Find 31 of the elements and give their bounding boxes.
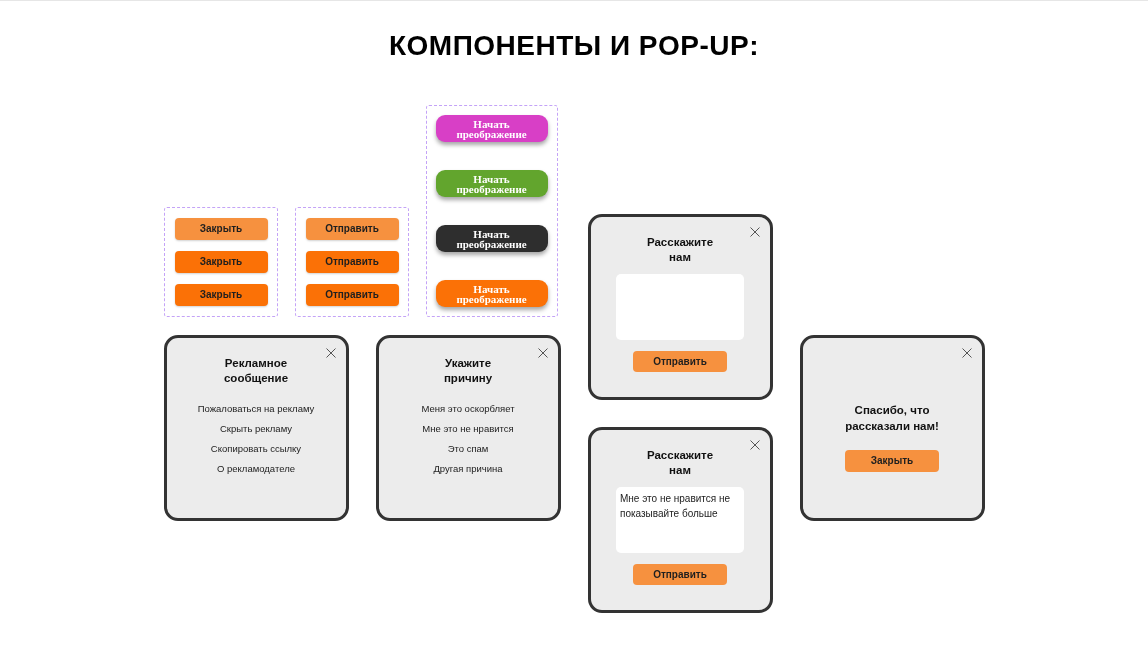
action-button[interactable]: Отправить bbox=[633, 351, 727, 372]
action-button[interactable]: Отправить bbox=[305, 284, 399, 306]
menu-item[interactable]: Скрыть рекламу bbox=[219, 419, 293, 439]
action-button[interactable]: Закрыть bbox=[845, 450, 939, 472]
action-button[interactable]: Отправить bbox=[633, 564, 727, 585]
close-icon[interactable] bbox=[325, 348, 336, 358]
menu-item[interactable]: Мне это не нравится bbox=[422, 419, 514, 439]
action-button[interactable]: Начать преображение bbox=[435, 115, 548, 142]
action-button[interactable]: Закрыть bbox=[174, 284, 268, 306]
action-button[interactable]: Закрыть bbox=[174, 251, 268, 273]
page-title: КОМПОНЕНТЫ И POP-UP: bbox=[388, 32, 760, 60]
menu-item[interactable]: О рекламодателе bbox=[217, 459, 295, 479]
dialog-title: Укажите причину bbox=[443, 356, 493, 386]
close-icon[interactable] bbox=[749, 227, 760, 237]
dialog-title: Рекламное сообщение bbox=[223, 356, 289, 386]
dialog-title: Расскажите нам bbox=[646, 235, 714, 265]
menu-item[interactable]: Это спам bbox=[447, 439, 489, 459]
menu-item[interactable]: Скопировать ссылку bbox=[210, 439, 302, 459]
menu-item[interactable]: Другая причина bbox=[433, 459, 503, 479]
action-button[interactable]: Начать преображение bbox=[435, 225, 548, 252]
menu-item[interactable]: Пожаловаться на рекламу bbox=[197, 399, 315, 419]
close-icon[interactable] bbox=[749, 440, 760, 450]
menu-item[interactable]: Меня это оскорбляет bbox=[421, 399, 515, 419]
action-button[interactable]: Отправить bbox=[305, 218, 399, 240]
dialog-title: Спасибо, что рассказали нам! bbox=[845, 403, 939, 434]
action-button[interactable]: Закрыть bbox=[174, 218, 268, 240]
text-area-field[interactable]: Мне это не нравится не показывайте больше bbox=[616, 487, 744, 553]
dialog-title: Расскажите нам bbox=[646, 448, 714, 478]
action-button[interactable]: Отправить bbox=[305, 251, 399, 273]
close-icon[interactable] bbox=[961, 348, 972, 358]
close-icon[interactable] bbox=[537, 348, 548, 358]
